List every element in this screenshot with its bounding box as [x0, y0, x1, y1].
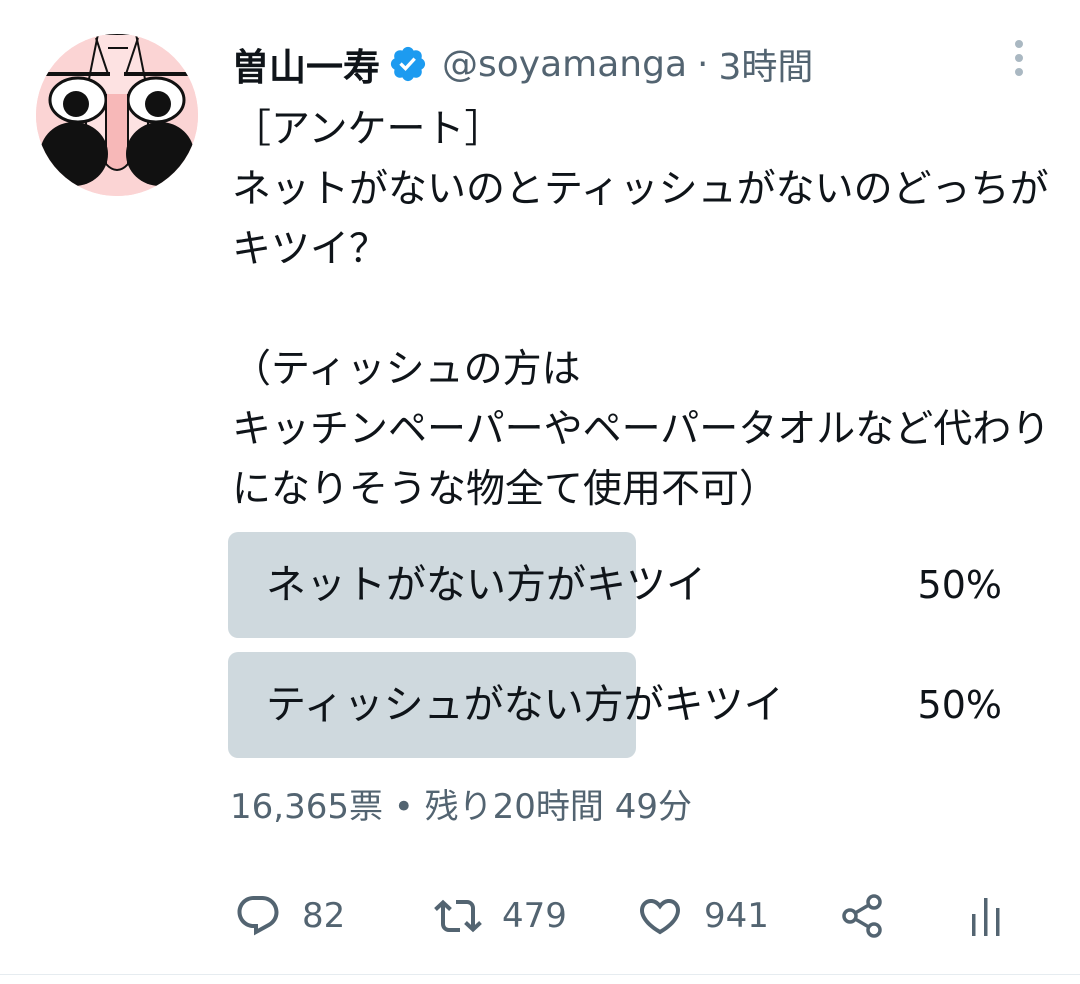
like-button[interactable]: 941	[636, 884, 769, 948]
retweet-count: 479	[502, 896, 567, 936]
poll-option-2[interactable]: ティッシュがない方がキツイ 50%	[228, 652, 1028, 758]
avatar-image	[36, 34, 198, 196]
share-icon	[838, 892, 886, 940]
tweet-timestamp[interactable]: 3時間	[718, 38, 813, 90]
poll-option-1[interactable]: ネットがない方がキツイ 50%	[228, 532, 1028, 638]
tweet-header: 曽山一寿 @soyamanga · 3時間	[232, 32, 813, 96]
poll-meta: 16,365票 • 残り20時間 49分	[230, 787, 692, 827]
like-count: 941	[704, 896, 769, 936]
reply-icon	[234, 892, 282, 940]
reply-button[interactable]: 82	[234, 884, 345, 948]
reply-count: 82	[302, 896, 346, 936]
share-button[interactable]	[838, 884, 886, 948]
poll-option-2-label: ティッシュがない方がキツイ	[266, 682, 784, 728]
heart-icon	[636, 892, 684, 940]
tweet[interactable]: 曽山一寿 @soyamanga · 3時間 ［アンケート］ ネットがないのとティ…	[0, 0, 1080, 975]
author-handle[interactable]: @soyamanga	[442, 44, 687, 85]
header-separator: ·	[697, 43, 709, 85]
tweet-divider	[0, 974, 1080, 975]
poll-option-2-percent: 50%	[917, 683, 1002, 727]
more-vertical-icon[interactable]	[1006, 38, 1032, 78]
verified-badge-icon	[388, 44, 428, 84]
tweet-text: ［アンケート］ ネットがないのとティッシュがないのどっちがキツイ？ （ティッシュ…	[232, 107, 1051, 512]
author-display-name[interactable]: 曽山一寿	[232, 37, 380, 91]
poll-option-1-label: ネットがない方がキツイ	[266, 562, 706, 608]
analytics-icon	[962, 892, 1010, 940]
poll-option-1-percent: 50%	[917, 563, 1002, 607]
retweet-icon	[434, 892, 482, 940]
action-bar: 82 479 941	[0, 884, 1080, 948]
analytics-button[interactable]	[962, 884, 1010, 948]
avatar[interactable]	[36, 34, 198, 196]
retweet-button[interactable]: 479	[434, 884, 567, 948]
